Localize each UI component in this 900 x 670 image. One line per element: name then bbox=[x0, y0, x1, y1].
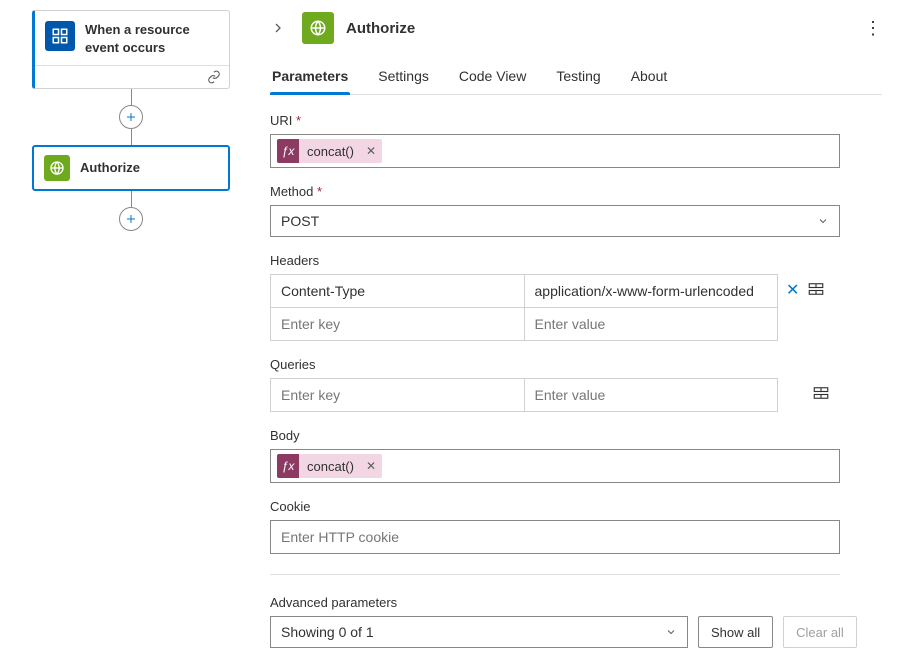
section-divider bbox=[270, 574, 840, 575]
tab-about[interactable]: About bbox=[629, 62, 670, 94]
field-body: Body ƒx concat() ✕ bbox=[270, 428, 882, 483]
field-advanced: Advanced parameters Showing 0 of 1 Show … bbox=[270, 595, 882, 648]
uri-input[interactable]: ƒx concat() ✕ bbox=[270, 134, 840, 168]
tab-code-view[interactable]: Code View bbox=[457, 62, 528, 94]
uri-label: URI * bbox=[270, 113, 882, 128]
body-label: Body bbox=[270, 428, 882, 443]
link-icon bbox=[207, 70, 221, 84]
tab-settings[interactable]: Settings bbox=[376, 62, 431, 94]
grid-icon bbox=[45, 21, 75, 51]
chevron-down-icon bbox=[817, 215, 829, 227]
show-all-button[interactable]: Show all bbox=[698, 616, 773, 648]
header-value-input[interactable]: Enter value bbox=[524, 308, 778, 341]
add-action-button[interactable] bbox=[119, 207, 143, 231]
cookie-input[interactable]: Enter HTTP cookie bbox=[270, 520, 840, 554]
node-authorize[interactable]: Authorize bbox=[32, 145, 230, 191]
panel-tabs: Parameters Settings Code View Testing Ab… bbox=[270, 62, 882, 95]
advanced-select[interactable]: Showing 0 of 1 bbox=[270, 616, 688, 648]
panel-header: Authorize ⋮ bbox=[270, 12, 882, 44]
globe-icon bbox=[302, 12, 334, 44]
delete-row-button[interactable]: ✕ bbox=[786, 280, 799, 300]
method-label: Method * bbox=[270, 184, 882, 199]
node-title: Authorize bbox=[80, 155, 140, 181]
fx-icon: ƒx bbox=[277, 454, 299, 478]
token-label: concat() bbox=[299, 144, 360, 159]
queries-label: Queries bbox=[270, 357, 882, 372]
headers-table: Content-Type application/x-www-form-urle… bbox=[270, 274, 778, 341]
action-panel: Authorize ⋮ Parameters Settings Code Vie… bbox=[260, 0, 900, 670]
method-value: POST bbox=[281, 213, 319, 229]
tab-parameters[interactable]: Parameters bbox=[270, 62, 350, 94]
advanced-label: Advanced parameters bbox=[270, 595, 882, 610]
body-input[interactable]: ƒx concat() ✕ bbox=[270, 449, 840, 483]
header-value-cell[interactable]: application/x-www-form-urlencoded bbox=[524, 275, 778, 308]
tab-testing[interactable]: Testing bbox=[554, 62, 602, 94]
token-label: concat() bbox=[299, 459, 360, 474]
field-cookie: Cookie Enter HTTP cookie bbox=[270, 499, 882, 554]
toggle-mode-button[interactable] bbox=[807, 274, 825, 298]
advanced-summary: Showing 0 of 1 bbox=[281, 624, 374, 640]
field-method: Method * POST bbox=[270, 184, 882, 237]
header-key-cell[interactable]: Content-Type bbox=[271, 275, 525, 308]
designer-canvas: When a resource event occurs Authorize bbox=[0, 0, 260, 670]
panel-title: Authorize bbox=[346, 20, 415, 37]
fx-icon: ƒx bbox=[277, 139, 299, 163]
token-remove-button[interactable]: ✕ bbox=[360, 459, 382, 473]
method-select[interactable]: POST bbox=[270, 205, 840, 237]
header-key-input[interactable]: Enter key bbox=[271, 308, 525, 341]
table-row: Enter key Enter value bbox=[271, 379, 778, 412]
queries-table: Enter key Enter value bbox=[270, 378, 778, 412]
node-title: When a resource event occurs bbox=[85, 21, 219, 57]
toggle-mode-button[interactable] bbox=[812, 378, 830, 402]
query-value-input[interactable]: Enter value bbox=[524, 379, 778, 412]
expression-token[interactable]: ƒx concat() ✕ bbox=[277, 139, 382, 163]
more-menu-button[interactable]: ⋮ bbox=[864, 18, 882, 39]
back-button[interactable] bbox=[270, 20, 290, 36]
query-key-input[interactable]: Enter key bbox=[271, 379, 525, 412]
clear-all-button: Clear all bbox=[783, 616, 857, 648]
cookie-label: Cookie bbox=[270, 499, 882, 514]
table-row: Content-Type application/x-www-form-urle… bbox=[271, 275, 778, 308]
token-remove-button[interactable]: ✕ bbox=[360, 144, 382, 158]
headers-label: Headers bbox=[270, 253, 882, 268]
node-resource-event[interactable]: When a resource event occurs bbox=[32, 10, 230, 89]
table-row: Enter key Enter value bbox=[271, 308, 778, 341]
add-action-button[interactable] bbox=[119, 105, 143, 129]
field-queries: Queries Enter key Enter value bbox=[270, 357, 882, 412]
connector bbox=[32, 191, 230, 231]
field-uri: URI * ƒx concat() ✕ bbox=[270, 113, 882, 168]
field-headers: Headers Content-Type application/x-www-f… bbox=[270, 253, 882, 341]
expression-token[interactable]: ƒx concat() ✕ bbox=[277, 454, 382, 478]
chevron-down-icon bbox=[665, 626, 677, 638]
globe-icon bbox=[44, 155, 70, 181]
connector bbox=[32, 89, 230, 145]
